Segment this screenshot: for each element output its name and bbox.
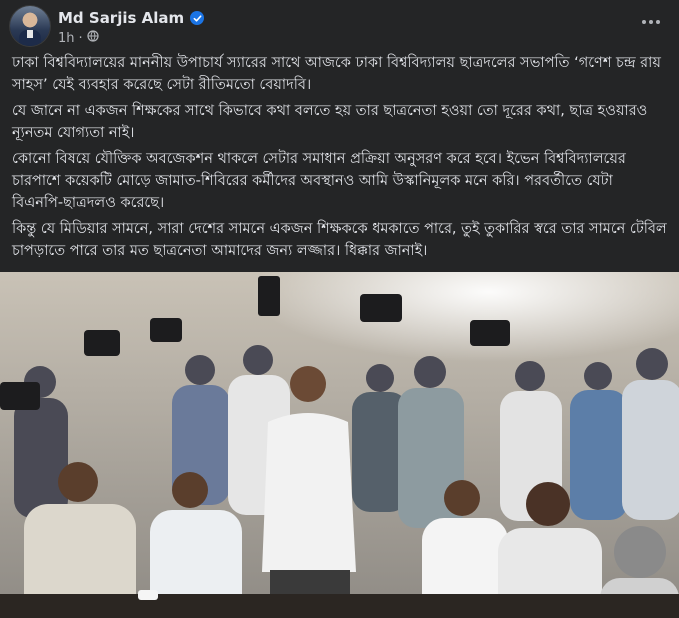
globe-icon[interactable] [87,30,99,46]
post-meta: 1h · [58,30,99,46]
author-avatar[interactable] [10,6,50,46]
avatar-collar [27,30,33,38]
post-paragraph: কোনো বিষয়ে যৌক্তিক অবজেকশন থাকলে সেটার … [12,151,626,211]
meta-separator: · [78,30,83,46]
photo-scene [0,272,679,618]
post-paragraph: কিন্তু যে মিডিয়ার সামনে, সারা দেশের সাম… [12,221,667,259]
more-dot [649,20,653,24]
post-paragraph: যে জানে না একজন শিক্ষকের সাথে কিভাবে কথা… [12,103,648,141]
more-dot [656,20,660,24]
more-dot [642,20,646,24]
post-header: Md Sarjis Alam 1h · [0,0,679,52]
post-time[interactable]: 1h [58,31,75,46]
verified-badge-icon [190,11,205,25]
post-paragraph: ঢাকা বিশ্ববিদ্যালয়ের মাননীয় উপাচার্য স… [12,55,661,93]
post-text: ঢাকা বিশ্ববিদ্যালয়ের মাননীয় উপাচার্য স… [12,52,667,266]
author-line: Md Sarjis Alam [58,8,205,28]
more-options-icon[interactable] [637,12,665,32]
post-photo[interactable] [0,272,679,618]
author-name[interactable]: Md Sarjis Alam [58,9,184,27]
